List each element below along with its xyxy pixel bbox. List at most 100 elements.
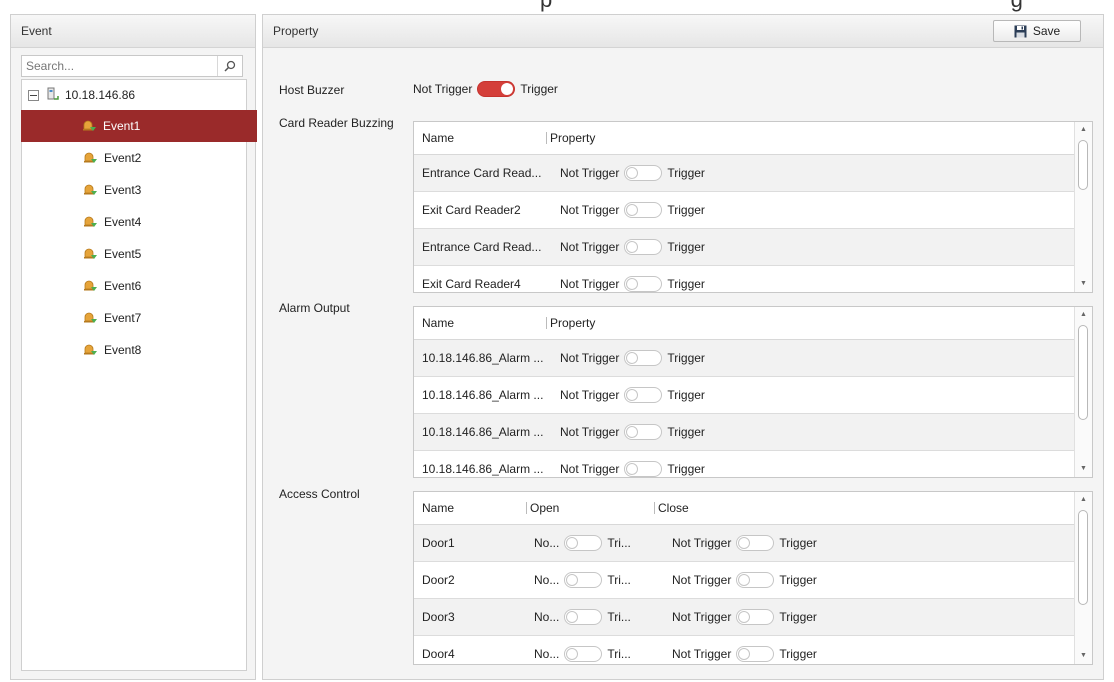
tree-item-event1[interactable]: Event1 — [21, 110, 257, 142]
tree-item-event6[interactable]: Event6 — [22, 270, 246, 302]
table-row[interactable]: Entrance Card Read... Not Trigger Trigger — [414, 155, 1075, 192]
table-row[interactable]: Door1 No... Tri... Not Trigger Trigger — [414, 525, 1075, 562]
row-toggle: Not Trigger Trigger — [552, 276, 705, 292]
open-switch[interactable] — [564, 646, 603, 662]
alarm-output-table: Name Property 10.18.146.86_Alarm ... Not… — [413, 306, 1093, 478]
close-toggle: Not Trigger Trigger — [664, 572, 817, 588]
close-switch[interactable] — [736, 609, 775, 625]
column-header-property: Property — [546, 317, 595, 329]
off-label: Not Trigger — [560, 351, 620, 365]
row-name: Exit Card Reader4 — [422, 277, 521, 291]
tree-item-label: Event8 — [104, 343, 142, 357]
open-on-label: Tri... — [607, 647, 631, 661]
column-header-name: Name — [422, 131, 455, 145]
close-off-label: Not Trigger — [672, 647, 732, 661]
on-label: Trigger — [667, 388, 705, 402]
bell-icon — [82, 278, 98, 295]
column-header-name: Name — [422, 501, 455, 515]
scroll-down-icon[interactable]: ▼ — [1075, 648, 1092, 664]
table-row[interactable]: 10.18.146.86_Alarm ... Not Trigger Trigge… — [414, 340, 1075, 377]
on-label: Trigger — [667, 240, 705, 254]
scroll-down-icon[interactable]: ▼ — [1075, 461, 1092, 477]
trigger-switch[interactable] — [624, 165, 663, 181]
bell-icon — [82, 246, 98, 263]
scroll-up-icon[interactable]: ▲ — [1075, 307, 1092, 323]
trigger-switch[interactable] — [624, 350, 663, 366]
tree-item-event5[interactable]: Event5 — [22, 238, 246, 270]
tree-item-event8[interactable]: Event8 — [22, 334, 246, 366]
column-header-property: Property — [546, 132, 595, 144]
table-row[interactable]: Door3 No... Tri... Not Trigger Trigger — [414, 599, 1075, 636]
trigger-switch[interactable] — [624, 202, 663, 218]
tree-root-device[interactable]: 10.18.146.86 — [22, 80, 246, 110]
table-row[interactable]: Door2 No... Tri... Not Trigger Trigger — [414, 562, 1075, 599]
table-row[interactable]: Exit Card Reader2 Not Trigger Trigger — [414, 192, 1075, 229]
search-icon[interactable] — [217, 56, 242, 76]
open-switch[interactable] — [564, 572, 603, 588]
row-name: 10.18.146.86_Alarm ... — [422, 425, 544, 439]
on-label: Trigger — [667, 277, 705, 291]
row-name: 10.18.146.86_Alarm ... — [422, 388, 544, 402]
table-row[interactable]: 10.18.146.86_Alarm ... Not Trigger Trigge… — [414, 377, 1075, 414]
open-toggle: No... Tri... — [526, 609, 664, 625]
scroll-thumb[interactable] — [1078, 325, 1088, 420]
vertical-scrollbar[interactable]: ▲ ▼ — [1074, 307, 1092, 477]
open-on-label: Tri... — [607, 610, 631, 624]
close-on-label: Trigger — [779, 536, 817, 550]
host-buzzer-label: Host Buzzer — [279, 83, 345, 97]
row-name: Entrance Card Read... — [422, 166, 542, 180]
scroll-thumb[interactable] — [1078, 510, 1088, 605]
collapse-icon[interactable] — [28, 89, 39, 101]
tree-item-label: Event3 — [104, 183, 142, 197]
tree-item-event2[interactable]: Event2 — [22, 142, 246, 174]
row-name: Entrance Card Read... — [422, 240, 542, 254]
column-header-open: Open — [526, 502, 654, 514]
table-row[interactable]: Exit Card Reader4 Not Trigger Trigger — [414, 266, 1075, 292]
scroll-up-icon[interactable]: ▲ — [1075, 122, 1092, 138]
open-on-label: Tri... — [607, 536, 631, 550]
bell-icon — [82, 182, 98, 199]
open-switch[interactable] — [564, 609, 603, 625]
table-row[interactable]: Entrance Card Read... Not Trigger Trigger — [414, 229, 1075, 266]
table-row[interactable]: 10.18.146.86_Alarm ... Not Trigger Trigge… — [414, 451, 1075, 477]
scroll-up-icon[interactable]: ▲ — [1075, 492, 1092, 508]
scroll-thumb[interactable] — [1078, 140, 1088, 190]
row-toggle: Not Trigger Trigger — [552, 350, 705, 366]
open-toggle: No... Tri... — [526, 535, 664, 551]
close-toggle: Not Trigger Trigger — [664, 609, 817, 625]
column-header-name: Name — [422, 316, 455, 330]
off-label: Not Trigger — [560, 388, 620, 402]
trigger-switch[interactable] — [624, 239, 663, 255]
bell-icon — [82, 150, 98, 167]
scroll-down-icon[interactable]: ▼ — [1075, 276, 1092, 292]
row-toggle: Not Trigger Trigger — [552, 202, 705, 218]
close-switch[interactable] — [736, 646, 775, 662]
close-off-label: Not Trigger — [672, 610, 732, 624]
device-icon — [47, 87, 59, 104]
property-panel: Property Save Host Buzzer Not Trigger Tr… — [262, 14, 1104, 680]
row-name: Exit Card Reader2 — [422, 203, 521, 217]
row-name: Door4 — [422, 647, 455, 661]
off-label: Not Trigger — [560, 425, 620, 439]
trigger-switch[interactable] — [624, 461, 663, 477]
tree-item-event4[interactable]: Event4 — [22, 206, 246, 238]
close-on-label: Trigger — [779, 610, 817, 624]
trigger-switch[interactable] — [624, 424, 663, 440]
close-switch[interactable] — [736, 572, 775, 588]
search-box — [21, 55, 243, 77]
vertical-scrollbar[interactable]: ▲ ▼ — [1074, 492, 1092, 664]
trigger-switch[interactable] — [624, 276, 663, 292]
tree-item-event3[interactable]: Event3 — [22, 174, 246, 206]
search-input[interactable] — [22, 56, 206, 76]
host-buzzer-switch[interactable] — [477, 81, 516, 97]
open-switch[interactable] — [564, 535, 603, 551]
trigger-switch[interactable] — [624, 387, 663, 403]
tree-item-event7[interactable]: Event7 — [22, 302, 246, 334]
table-row[interactable]: Door4 No... Tri... Not Trigger Trigger — [414, 636, 1075, 664]
save-button[interactable]: Save — [993, 20, 1081, 42]
property-panel-title: Property — [263, 15, 1103, 48]
table-row[interactable]: 10.18.146.86_Alarm ... Not Trigger Trigge… — [414, 414, 1075, 451]
vertical-scrollbar[interactable]: ▲ ▼ — [1074, 122, 1092, 292]
bell-icon — [82, 214, 98, 231]
close-switch[interactable] — [736, 535, 775, 551]
